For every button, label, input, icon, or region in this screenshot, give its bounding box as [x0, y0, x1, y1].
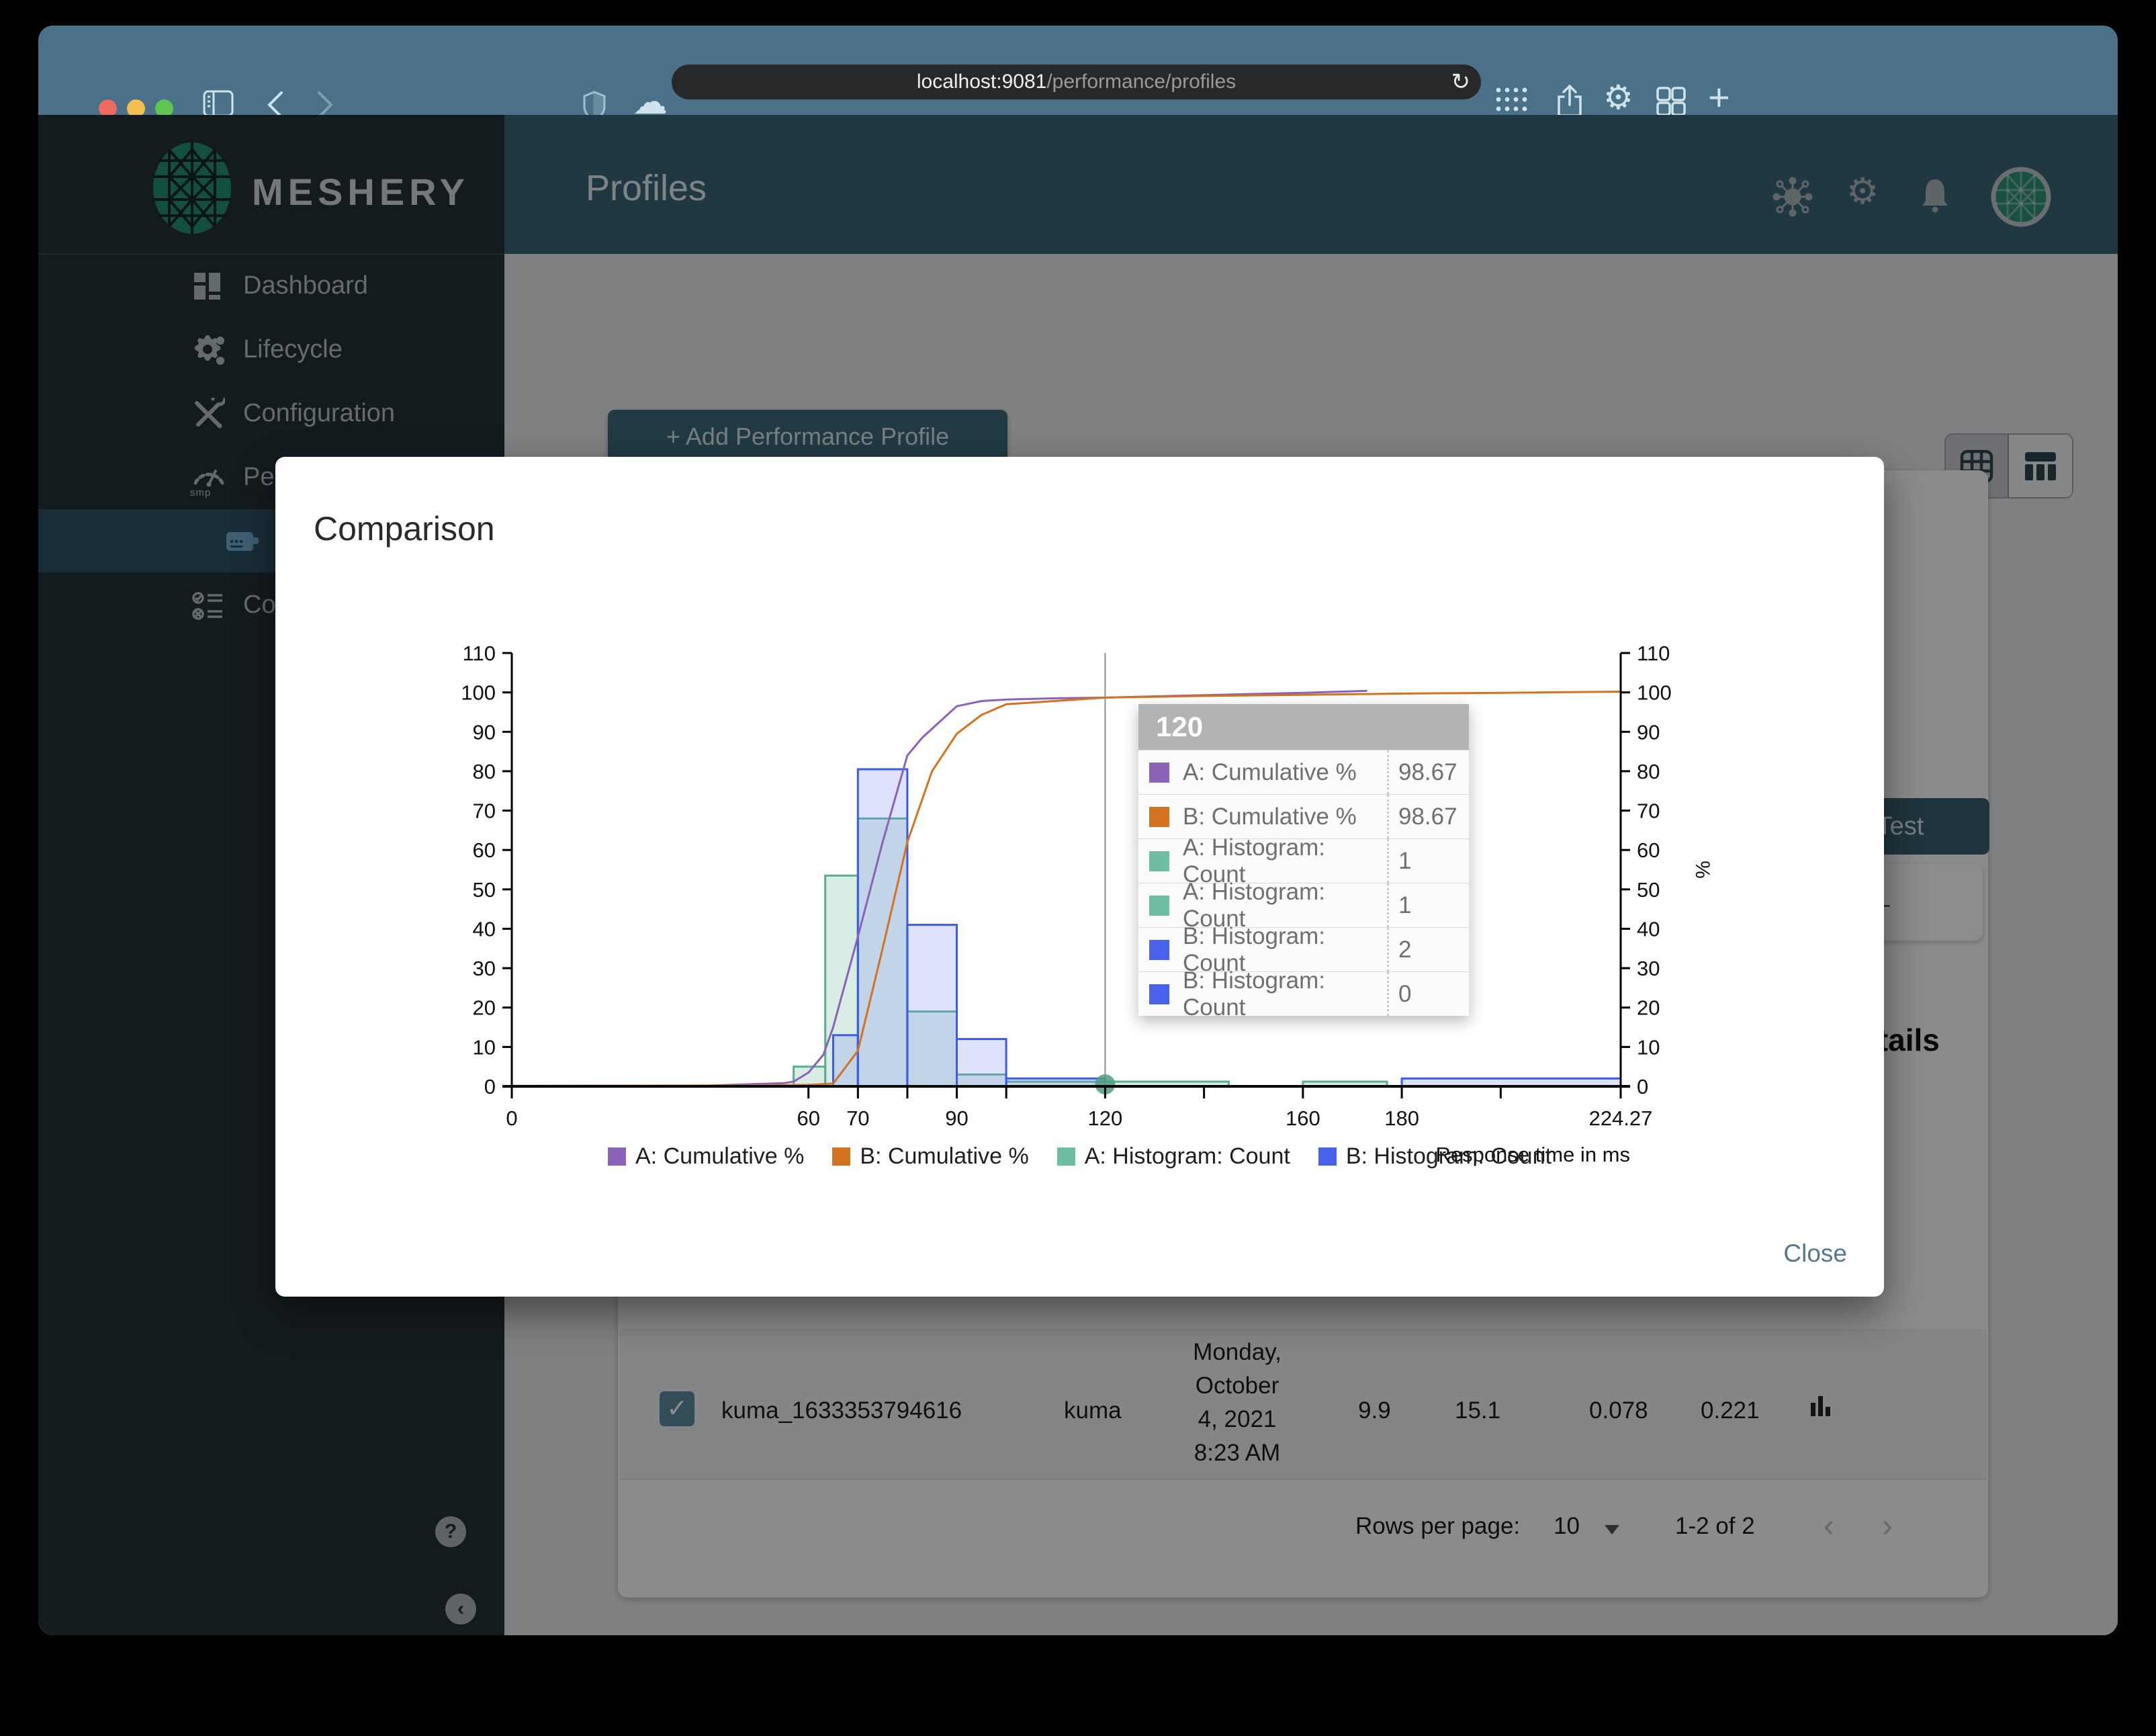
svg-text:110: 110 [1637, 642, 1670, 665]
tooltip-value: 98.67 [1387, 750, 1469, 794]
legend-label: A: Histogram: Count [1084, 1143, 1290, 1169]
svg-text:70: 70 [846, 1106, 869, 1130]
legend-label: B: Cumulative % [860, 1143, 1029, 1169]
svg-text:70: 70 [1637, 799, 1660, 823]
tooltip-title: 120 [1138, 704, 1469, 750]
svg-text:80: 80 [1637, 760, 1660, 783]
svg-text:180: 180 [1384, 1106, 1419, 1130]
browser-settings-icon[interactable]: ⚙ [1603, 78, 1633, 117]
legend-label: A: Cumulative % [635, 1143, 805, 1169]
tooltip-row: B: Histogram: Count 0 [1138, 967, 1469, 1021]
close-button[interactable]: Close [1783, 1240, 1847, 1268]
meshery-app: MESHERY Dashboard Lifecycle Configuratio… [38, 115, 2118, 1635]
tooltip-row: A: Histogram: Count 1 [1138, 834, 1469, 887]
tooltip-value: 1 [1387, 839, 1469, 883]
svg-text:40: 40 [1637, 917, 1660, 941]
tooltip-row: A: Cumulative % 98.67 [1138, 750, 1469, 794]
svg-text:0: 0 [484, 1075, 496, 1098]
svg-text:20: 20 [473, 996, 496, 1020]
tooltip-row: B: Histogram: Count 2 [1138, 923, 1469, 976]
legend-swatch [1057, 1147, 1075, 1166]
legend-item[interactable]: A: Histogram: Count [1057, 1143, 1290, 1170]
tooltip-swatch [1149, 806, 1169, 827]
legend-label: B: Histogram: Count [1345, 1143, 1552, 1169]
svg-text:100: 100 [461, 681, 496, 705]
svg-text:90: 90 [473, 720, 496, 744]
tooltip-label: B: Histogram: Count [1183, 967, 1325, 1021]
svg-text:10: 10 [1637, 1035, 1660, 1059]
svg-text:10: 10 [473, 1035, 496, 1059]
legend-item[interactable]: B: Histogram: Count [1318, 1143, 1552, 1170]
comparison-modal: Comparison 0 0 10 10 20 20 30 30 40 40 50 50 60 60 70 7… [275, 457, 1884, 1297]
svg-text:70: 70 [473, 799, 496, 823]
svg-text:50: 50 [473, 878, 496, 902]
chart-legend: A: Cumulative % B: Cumulative % A: Histogr… [275, 1143, 1884, 1170]
svg-text:224.27: 224.27 [1589, 1106, 1653, 1130]
svg-text:90: 90 [945, 1106, 968, 1130]
legend-item[interactable]: B: Cumulative % [832, 1143, 1029, 1170]
tooltip-swatch [1149, 851, 1169, 871]
svg-text:160: 160 [1286, 1106, 1320, 1130]
tooltip-label: B: Cumulative % [1183, 803, 1357, 830]
svg-text:20: 20 [1637, 996, 1660, 1020]
browser-window: ☁ localhost:9081/performance/profiles ↻ … [38, 26, 2118, 1635]
tooltip-label: A: Cumulative % [1183, 758, 1357, 785]
comparison-chart[interactable]: 0 010 1020 2030 3040 4050 5060 6070 7080 8090 9010… [430, 625, 1740, 1169]
tooltip-swatch [1149, 895, 1169, 916]
refresh-icon[interactable]: ↻ [1451, 64, 1471, 99]
address-bar[interactable]: localhost:9081/performance/profiles ↻ [672, 64, 1481, 99]
svg-text:120: 120 [1088, 1106, 1123, 1130]
tooltip-swatch [1149, 939, 1169, 960]
browser-toolbar: ☁ localhost:9081/performance/profiles ↻ … [38, 26, 2118, 122]
tooltip-value: 0 [1387, 972, 1469, 1016]
tooltip-row: B: Cumulative % 98.67 [1138, 794, 1469, 838]
svg-text:0: 0 [1637, 1075, 1648, 1098]
modal-title: Comparison [314, 510, 495, 548]
svg-text:60: 60 [473, 838, 496, 862]
svg-text:80: 80 [473, 760, 496, 783]
svg-text:60: 60 [797, 1106, 819, 1130]
new-tab-icon[interactable]: + [1708, 75, 1730, 119]
extensions-grid-icon[interactable] [1494, 86, 1529, 116]
svg-text:%: % [1691, 861, 1713, 879]
svg-text:50: 50 [1637, 878, 1660, 902]
svg-text:0: 0 [506, 1106, 517, 1130]
svg-text:30: 30 [473, 957, 496, 980]
tooltip-row: A: Histogram: Count 1 [1138, 879, 1469, 932]
tooltip-value: 98.67 [1387, 795, 1469, 838]
svg-text:100: 100 [1637, 681, 1672, 705]
url-host: localhost:9081 [916, 71, 1047, 93]
tooltip-value: 2 [1387, 928, 1469, 971]
svg-text:30: 30 [1637, 957, 1660, 980]
legend-item[interactable]: A: Cumulative % [608, 1143, 804, 1170]
svg-text:60: 60 [1637, 838, 1660, 862]
legend-swatch [832, 1147, 851, 1166]
tooltip-swatch [1149, 762, 1169, 783]
url-path: /performance/profiles [1046, 71, 1237, 93]
svg-text:110: 110 [463, 642, 496, 665]
tooltip-swatch [1149, 984, 1169, 1004]
svg-text:40: 40 [473, 917, 496, 941]
svg-text:90: 90 [1637, 720, 1660, 744]
legend-swatch [608, 1147, 627, 1166]
legend-swatch [1318, 1147, 1337, 1166]
chart-tooltip: 120 A: Cumulative % 98.67 B: Cumulative % 9… [1138, 704, 1469, 1021]
tooltip-value: 1 [1387, 883, 1469, 927]
